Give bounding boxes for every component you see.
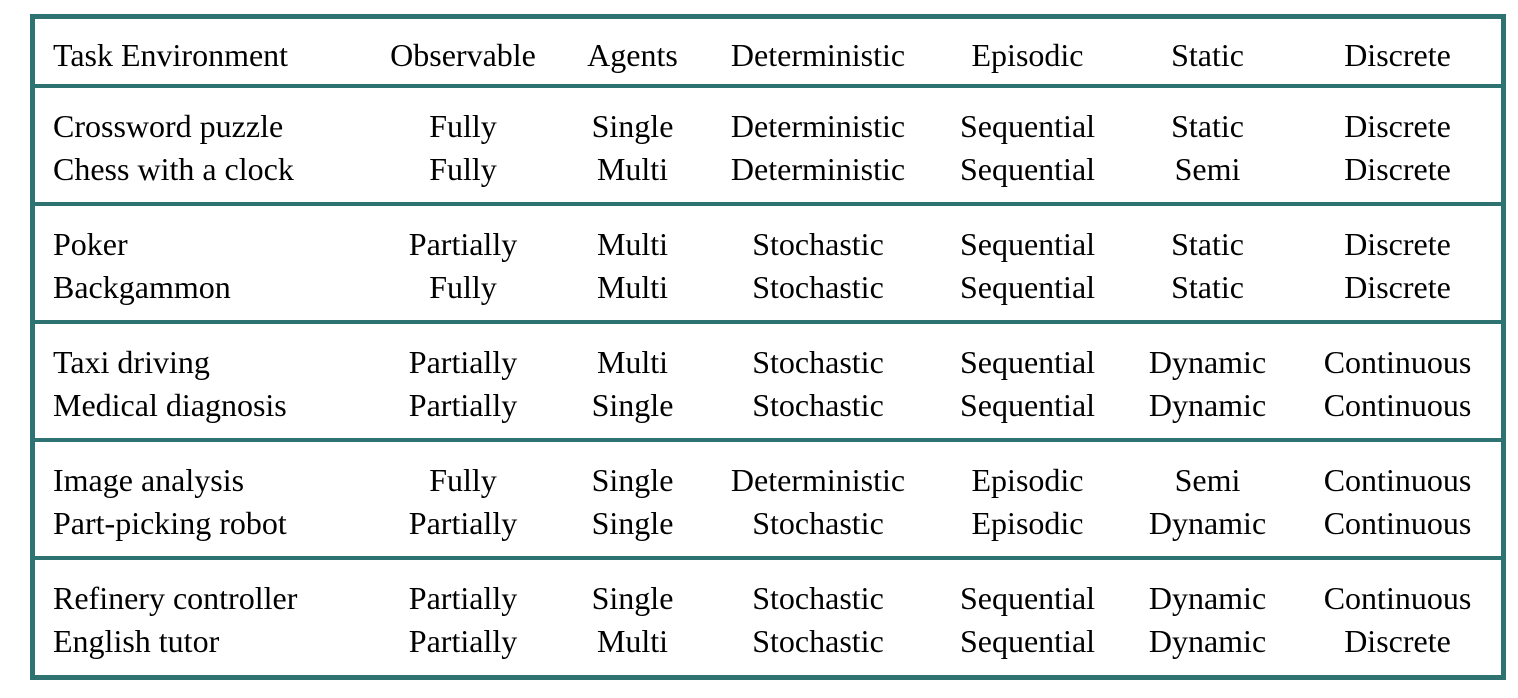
cell-episodic: Sequential — [959, 623, 1096, 659]
cell-discrete: Discrete — [1344, 623, 1451, 659]
cell-task-environment: Poker — [53, 226, 128, 262]
table-row: Refinery controller Partially Single Stocha… — [35, 576, 1501, 620]
cell-episodic: Sequential — [959, 108, 1096, 144]
cell-discrete: Continuous — [1323, 387, 1472, 423]
cell-static: Semi — [1174, 462, 1241, 498]
cell-episodic: Sequential — [959, 344, 1096, 380]
table-row: English tutor Partially Multi Stochastic Seq… — [35, 619, 1501, 663]
cell-episodic: Episodic — [971, 462, 1084, 498]
cell-observable: Partially — [408, 505, 518, 541]
cell-task-environment: Crossword puzzle — [53, 108, 284, 144]
cell-task-environment: Refinery controller — [53, 580, 298, 616]
table-group: Taxi driving Partially Multi Stochastic Sequ… — [35, 324, 1501, 442]
cell-episodic: Sequential — [959, 269, 1096, 305]
cell-discrete: Continuous — [1323, 344, 1472, 380]
cell-discrete: Continuous — [1323, 580, 1472, 616]
cell-agents: Multi — [596, 151, 669, 187]
cell-episodic: Sequential — [959, 226, 1096, 262]
cell-deterministic: Stochastic — [752, 344, 884, 380]
cell-agents: Single — [591, 462, 674, 498]
task-environment-table: Task Environment Observable Agents Deter… — [30, 14, 1506, 680]
cell-deterministic: Deterministic — [730, 108, 906, 144]
cell-deterministic: Stochastic — [752, 580, 884, 616]
cell-deterministic: Stochastic — [752, 226, 884, 262]
cell-agents: Single — [591, 387, 674, 423]
cell-deterministic: Stochastic — [752, 269, 884, 305]
cell-static: Dynamic — [1148, 344, 1267, 380]
cell-discrete: Discrete — [1344, 108, 1451, 144]
cell-static: Dynamic — [1148, 387, 1267, 423]
cell-deterministic: Deterministic — [730, 151, 906, 187]
column-header-observable: Observable — [390, 37, 536, 73]
cell-agents: Multi — [596, 344, 669, 380]
cell-observable: Fully — [429, 151, 497, 187]
column-header-deterministic: Deterministic — [730, 37, 906, 73]
cell-static: Static — [1171, 108, 1244, 144]
cell-observable: Fully — [429, 269, 497, 305]
table-group: Poker Partially Multi Stochastic Sequential S… — [35, 206, 1501, 324]
table-row: Poker Partially Multi Stochastic Sequential S… — [35, 222, 1501, 266]
table-row: Part-picking robot Partially Single Stochas… — [35, 501, 1501, 545]
table-group: Refinery controller Partially Single Stocha… — [35, 560, 1501, 675]
cell-episodic: Sequential — [959, 151, 1096, 187]
table-row: Taxi driving Partially Multi Stochastic Sequ… — [35, 340, 1501, 384]
cell-episodic: Sequential — [959, 387, 1096, 423]
column-header-agents: Agents — [587, 37, 678, 73]
cell-static: Dynamic — [1148, 580, 1267, 616]
cell-task-environment: English tutor — [53, 623, 220, 659]
cell-discrete: Continuous — [1323, 505, 1472, 541]
cell-observable: Partially — [408, 623, 518, 659]
cell-task-environment: Chess with a clock — [53, 151, 294, 187]
cell-agents: Single — [591, 108, 674, 144]
cell-static: Static — [1171, 269, 1244, 305]
cell-observable: Partially — [408, 226, 518, 262]
cell-task-environment: Image analysis — [53, 462, 245, 498]
cell-episodic: Sequential — [959, 580, 1096, 616]
cell-static: Dynamic — [1148, 623, 1267, 659]
cell-observable: Fully — [429, 462, 497, 498]
cell-task-environment: Backgammon — [53, 269, 231, 305]
cell-deterministic: Stochastic — [752, 387, 884, 423]
cell-deterministic: Stochastic — [752, 623, 884, 659]
cell-discrete: Discrete — [1344, 269, 1451, 305]
cell-observable: Partially — [408, 580, 518, 616]
cell-agents: Single — [591, 505, 674, 541]
column-header-task-environment: Task Environment — [53, 37, 289, 73]
table-group: Image analysis Fully Single Deterministic Ep… — [35, 442, 1501, 560]
cell-discrete: Discrete — [1344, 226, 1451, 262]
cell-discrete: Discrete — [1344, 151, 1451, 187]
cell-agents: Multi — [596, 623, 669, 659]
table-group: Crossword puzzle Fully Single Deterministic… — [35, 88, 1501, 206]
table-row: Backgammon Fully Multi Stochastic Sequential… — [35, 265, 1501, 309]
cell-discrete: Continuous — [1323, 462, 1472, 498]
cell-agents: Multi — [596, 269, 669, 305]
cell-agents: Single — [591, 580, 674, 616]
cell-observable: Partially — [408, 387, 518, 423]
cell-observable: Partially — [408, 344, 518, 380]
table-row: Medical diagnosis Partially Single Stochast… — [35, 383, 1501, 427]
cell-task-environment: Medical diagnosis — [53, 387, 287, 423]
column-header-episodic: Episodic — [971, 37, 1084, 73]
cell-episodic: Episodic — [971, 505, 1084, 541]
column-header-static: Static — [1171, 37, 1244, 73]
table-header: Task Environment Observable Agents Deter… — [35, 19, 1501, 88]
cell-task-environment: Taxi driving — [53, 344, 210, 380]
table-row: Crossword puzzle Fully Single Deterministic… — [35, 104, 1501, 148]
cell-observable: Fully — [429, 108, 497, 144]
cell-deterministic: Deterministic — [730, 462, 906, 498]
table-row: Chess with a clock Fully Multi Deterministi… — [35, 147, 1501, 191]
cell-static: Dynamic — [1148, 505, 1267, 541]
header-row: Task Environment Observable Agents Deter… — [35, 33, 1501, 77]
column-header-discrete: Discrete — [1344, 37, 1451, 73]
cell-deterministic: Stochastic — [752, 505, 884, 541]
cell-task-environment: Part-picking robot — [53, 505, 287, 541]
cell-static: Semi — [1174, 151, 1241, 187]
cell-agents: Multi — [596, 226, 669, 262]
table-row: Image analysis Fully Single Deterministic Ep… — [35, 458, 1501, 502]
cell-static: Static — [1171, 226, 1244, 262]
